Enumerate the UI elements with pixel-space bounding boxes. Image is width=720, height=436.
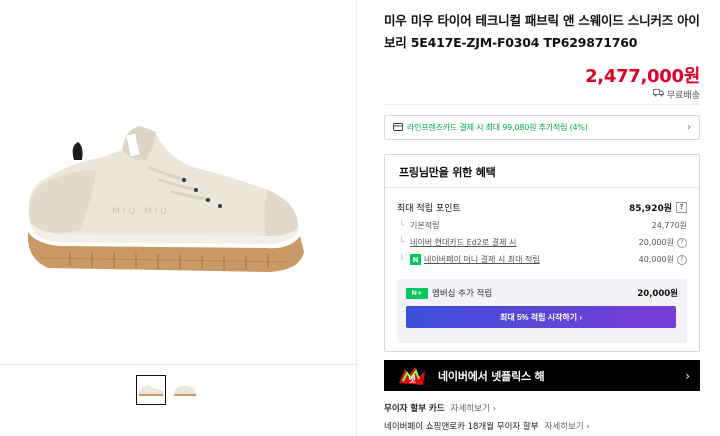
gallery-divider — [0, 364, 356, 365]
point-row-label: 기본적립 — [410, 221, 440, 230]
point-row-hyundai-card: └ 네이버 현대카드 Ed2로 결제 시 20,000원 ? — [385, 234, 699, 251]
details-link[interactable]: 자세히보기 — [451, 402, 496, 414]
chevron-right-icon: › — [685, 368, 690, 383]
benefit-box: 프링님만을 위한 혜택 최대 적립 포인트 85,920원 ? └ 기본적립 2… — [384, 154, 700, 352]
membership-start-button[interactable]: 최대 5% 적립 시작하기 › — [406, 306, 676, 328]
thumbnail-list — [136, 375, 200, 405]
details-link[interactable]: 자세히보기 — [545, 420, 590, 432]
netflix-logo-text: 넷 — [408, 374, 416, 384]
benefit-heading: 프링님만을 위한 혜택 — [385, 155, 699, 188]
card-offer-banner[interactable]: 라인프렌즈카드 결제 시 최대 99,080원 추가적립 (4%) › — [384, 115, 700, 140]
installment-label: 무이자 할부 카드 — [384, 404, 445, 414]
tree-branch-icon: └ — [399, 220, 405, 231]
installment-label: 네이버페이 쇼핑앤로카 18개월 무이자 할부 — [384, 422, 539, 432]
membership-box: N+ 멤버십 추가 적립 20,000원 최대 5% 적립 시작하기 › — [397, 279, 687, 343]
tree-branch-icon: └ — [399, 237, 405, 248]
netflix-banner-text: 네이버에서 넷플릭스 해 — [438, 369, 545, 383]
tree-branch-icon: └ — [399, 254, 405, 265]
netflix-banner[interactable]: 넷 네이버에서 넷플릭스 해 › — [384, 360, 700, 391]
installment-row-npay: 네이버페이 쇼핑앤로카 18개월 무이자 할부 자세히보기 — [384, 420, 704, 432]
point-row-value: 20,000원 — [638, 238, 674, 247]
shipping-info: 무료배송 — [652, 88, 700, 101]
thumbnail-1[interactable] — [136, 375, 166, 405]
svg-text:MIU MIU: MIU MIU — [112, 207, 170, 217]
section-divider — [384, 104, 700, 105]
thumbnail-2[interactable] — [170, 375, 200, 405]
product-price: 2,477,000원 — [585, 66, 700, 87]
membership-label: 멤버십 추가 적립 — [432, 289, 493, 299]
installment-row-card: 무이자 할부 카드 자세히보기 — [384, 402, 704, 414]
question-icon[interactable]: ? — [677, 254, 687, 265]
netflix-logo: 넷 — [396, 365, 428, 387]
question-icon[interactable]: ? — [676, 201, 687, 213]
question-icon[interactable]: ? — [677, 237, 687, 248]
point-row-link[interactable]: 네이버 현대카드 Ed2로 결제 시 — [410, 237, 516, 248]
product-main-image[interactable]: MIU MIU — [0, 0, 356, 364]
card-offer-text: 라인프렌즈카드 결제 시 최대 99,080원 추가적립 (4%) — [407, 123, 588, 132]
total-points-value: 85,920원 — [628, 203, 672, 214]
point-row-link[interactable]: 네이버페이 머니 결제 시 최대 적립 — [424, 254, 540, 265]
product-gallery: MIU MIU — [0, 0, 356, 436]
credit-card-icon — [393, 122, 403, 133]
chevron-right-icon: › — [687, 122, 691, 133]
column-divider — [356, 0, 357, 436]
truck-icon — [652, 89, 664, 100]
membership-value: 20,000원 — [637, 289, 678, 299]
total-points-row: 최대 적립 포인트 85,920원 ? — [385, 200, 699, 214]
product-title: 미우 미우 타이어 테크니컬 패브릭 앤 스웨이드 스니커즈 아이보리 5E41… — [384, 13, 700, 50]
point-row-value: 40,000원 — [638, 255, 674, 264]
point-row-basic: └ 기본적립 24,770원 — [385, 217, 699, 234]
naver-plus-icon: N+ — [406, 287, 428, 299]
point-row-npay-money: └ N 네이버페이 머니 결제 시 최대 적립 40,000원 ? — [385, 251, 699, 268]
naver-pay-icon: N — [410, 254, 421, 265]
total-points-label: 최대 적립 포인트 — [397, 203, 461, 214]
point-row-value: 24,770원 — [651, 221, 687, 230]
shipping-label: 무료배송 — [666, 91, 700, 101]
